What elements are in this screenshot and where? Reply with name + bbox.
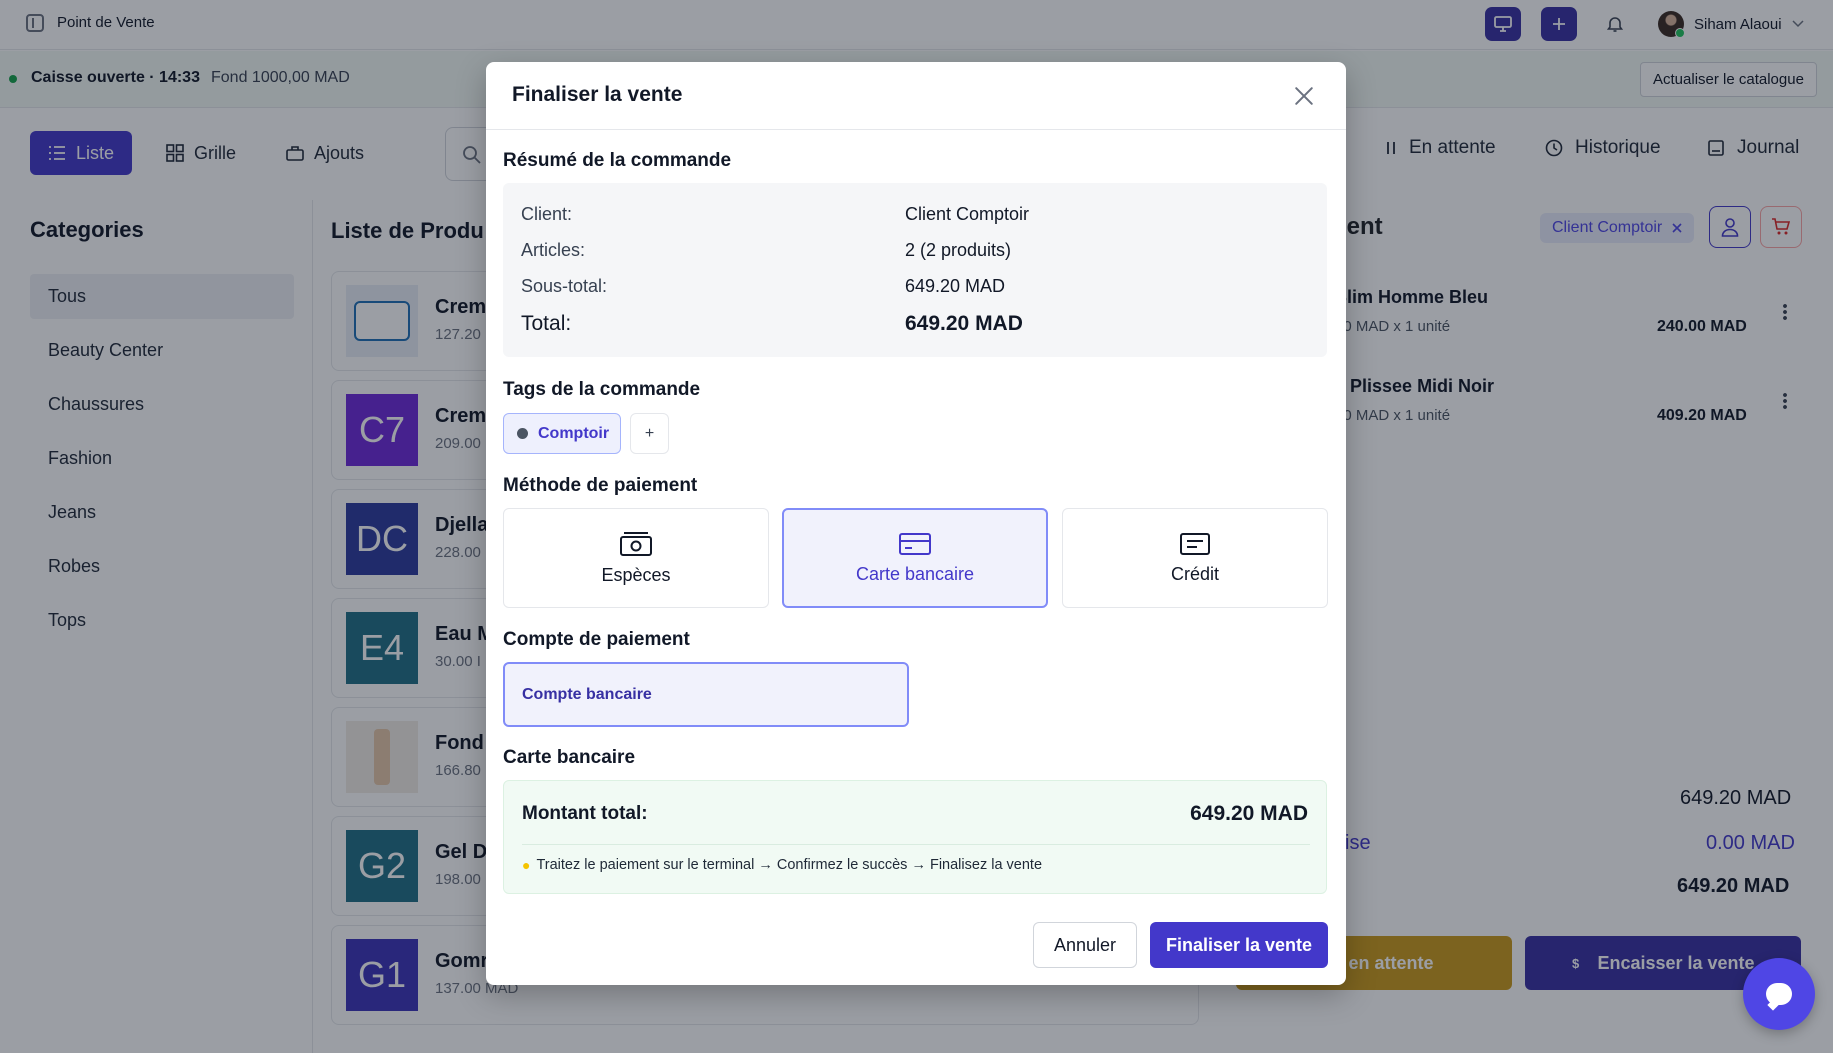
cancel-button[interactable]: Annuler (1033, 922, 1137, 968)
articles-label: Articles: (521, 240, 586, 260)
close-icon[interactable] (1294, 86, 1314, 106)
add-tag-button[interactable]: + (630, 413, 669, 454)
finalize-sale-button[interactable]: Finaliser la vente (1150, 922, 1328, 968)
subtotal-value: 649.20 MAD (905, 276, 1006, 296)
total-value: 649.20 MAD (905, 312, 1023, 335)
payment-account-select[interactable]: Compte bancaire (503, 662, 909, 727)
card-section-title: Carte bancaire (503, 747, 636, 768)
articles-value: 2 (2 produits) (905, 240, 1012, 260)
total-label: Total: (521, 312, 572, 335)
payment-method-label: Crédit (1170, 563, 1219, 584)
card-amount-label: Montant total: (522, 803, 648, 824)
credit-note-icon (1180, 532, 1210, 555)
cash-icon (620, 531, 652, 556)
tags-title: Tags de la commande (503, 379, 701, 400)
payment-method-cash[interactable]: Espèces (503, 508, 769, 608)
divider (522, 844, 1310, 845)
payment-method-label: Espèces (601, 564, 671, 585)
modal-title: Finaliser la vente (512, 83, 683, 106)
finalize-sale-modal: Finaliser la vente Résumé de la commande… (486, 62, 1346, 985)
card-payment-box: Montant total: 649.20 MAD ● Traitez le p… (503, 780, 1327, 894)
lightbulb-icon: ● (522, 857, 531, 873)
tag-label: Comptoir (538, 424, 610, 442)
payment-method-card[interactable]: Carte bancaire (782, 508, 1048, 608)
modal-header: Finaliser la vente (486, 62, 1346, 130)
card-hint-text: Traitez le paiement sur le terminal → Co… (536, 857, 1043, 873)
credit-card-icon (899, 532, 931, 555)
payment-method-title: Méthode de paiement (503, 475, 698, 496)
payment-method-credit[interactable]: Crédit (1062, 508, 1328, 608)
tag-dot (517, 428, 528, 439)
payment-account-title: Compte de paiement (503, 629, 690, 650)
chat-button[interactable] (1743, 958, 1815, 1030)
payment-method-label: Carte bancaire (855, 563, 975, 584)
chat-icon (1766, 983, 1792, 1005)
client-label: Client: (521, 204, 573, 224)
card-hint: ● Traitez le paiement sur le terminal → … (522, 857, 1042, 873)
order-summary: Client: Client Comptoir Articles: 2 (2 p… (503, 183, 1327, 357)
card-amount-value: 649.20 MAD (1190, 802, 1308, 825)
tag-chip-comptoir[interactable]: Comptoir (503, 413, 621, 454)
subtotal-label: Sous-total: (521, 276, 608, 296)
client-value: Client Comptoir (905, 204, 1030, 224)
summary-title: Résumé de la commande (503, 150, 732, 171)
